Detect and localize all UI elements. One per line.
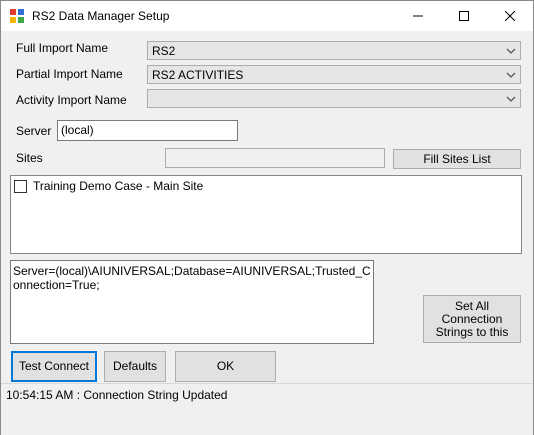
minimize-icon	[413, 15, 423, 17]
sites-label: Sites	[16, 151, 43, 165]
window-title: RS2 Data Manager Setup	[32, 9, 170, 23]
chevron-down-icon	[506, 96, 516, 102]
partial-import-select[interactable]: RS2 ACTIVITIES	[147, 65, 521, 84]
site-label: Training Demo Case - Main Site	[33, 179, 204, 193]
chevron-down-icon	[506, 72, 516, 78]
chevron-down-icon	[506, 48, 516, 54]
status-bar: 10:54:15 AM : Connection String Updated	[1, 383, 533, 435]
partial-import-value: RS2 ACTIVITIES	[152, 68, 244, 82]
ok-button[interactable]: OK	[175, 351, 276, 382]
fill-sites-list-button[interactable]: Fill Sites List	[393, 149, 521, 169]
close-button[interactable]	[487, 1, 533, 31]
app-icon	[10, 9, 24, 23]
activity-import-label: Activity Import Name	[16, 93, 127, 107]
activity-import-select[interactable]	[147, 89, 521, 108]
maximize-button[interactable]	[441, 1, 487, 31]
sites-checklist[interactable]: Training Demo Case - Main Site	[10, 175, 522, 254]
test-connect-button[interactable]: Test Connect	[11, 351, 97, 382]
server-input[interactable]: (local)	[57, 120, 238, 141]
minimize-button[interactable]	[395, 1, 441, 31]
main-window: RS2 Data Manager Setup Full Import Name …	[0, 0, 534, 435]
set-all-connection-strings-button[interactable]: Set All Connection Strings to this	[423, 295, 521, 343]
title-bar[interactable]: RS2 Data Manager Setup	[1, 1, 533, 31]
status-message: 10:54:15 AM : Connection String Updated	[6, 388, 228, 402]
server-label: Server	[16, 124, 52, 138]
defaults-button[interactable]: Defaults	[104, 351, 166, 382]
close-icon	[505, 11, 515, 21]
list-item[interactable]: Training Demo Case - Main Site	[13, 178, 313, 194]
connection-string-textarea[interactable]: Server=(local)\AIUNIVERSAL;Database=AIUN…	[10, 260, 374, 344]
full-import-label: Full Import Name	[16, 41, 109, 55]
partial-import-label: Partial Import Name	[16, 67, 123, 81]
maximize-icon	[459, 11, 469, 21]
full-import-select[interactable]: RS2	[147, 41, 521, 60]
sites-input[interactable]	[165, 148, 385, 168]
full-import-value: RS2	[152, 44, 176, 58]
site-checkbox[interactable]	[14, 180, 27, 193]
